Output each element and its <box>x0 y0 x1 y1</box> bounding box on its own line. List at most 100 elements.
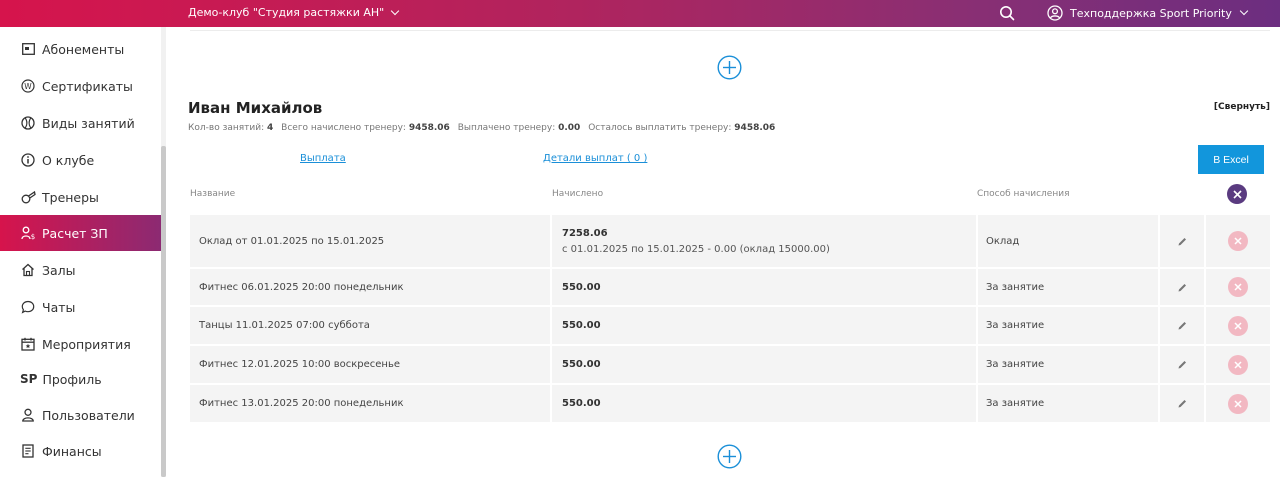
sidebar-item-about[interactable]: О клубе <box>0 142 161 178</box>
sidebar-item-label: Пользователи <box>42 407 135 423</box>
sidebar-item-users[interactable]: Пользователи <box>0 397 161 433</box>
add-circle-icon[interactable] <box>717 55 742 80</box>
row-method: Оклад <box>978 215 1158 267</box>
delete-row-button[interactable] <box>1228 393 1248 414</box>
pencil-icon[interactable] <box>1177 282 1188 293</box>
row-method: За занятие <box>978 269 1158 305</box>
collapse-link[interactable]: [Свернуть] <box>1214 102 1270 112</box>
close-icon <box>1232 189 1242 199</box>
paid-label: Выплачено тренеру: <box>457 123 556 133</box>
document-icon <box>20 443 36 459</box>
sidebar-item-trainers[interactable]: Тренеры <box>0 179 161 215</box>
row-method-text: За занятие <box>986 320 1045 331</box>
column-header-method: Способ начисления <box>977 189 1070 199</box>
table-row: Фитнес 13.01.2025 20:00 понедельник 550.… <box>190 385 1270 422</box>
row-accrued: 550.00 <box>552 307 976 344</box>
row-name: Фитнес 06.01.2025 20:00 понедельник <box>190 269 550 305</box>
row-method-text: За занятие <box>986 281 1045 293</box>
row-edit <box>1160 346 1204 383</box>
pencil-icon[interactable] <box>1177 359 1188 370</box>
row-method-text: Оклад <box>986 235 1020 247</box>
previous-row-divider <box>190 27 1270 31</box>
row-delete <box>1206 346 1270 383</box>
column-header-accrued: Начислено <box>552 189 604 199</box>
table-row: Оклад от 01.01.2025 по 15.01.2025 7258.0… <box>190 215 1270 267</box>
row-method-text: За занятие <box>986 359 1045 370</box>
user-menu[interactable]: Техподдержка Sport Priority <box>1047 5 1249 21</box>
payout-details-link[interactable]: Детали выплат ( 0 ) <box>543 153 647 164</box>
sidebar-item-label: Сертификаты <box>42 78 133 94</box>
row-method: За занятие <box>978 307 1158 344</box>
row-name: Танцы 11.01.2025 07:00 суббота <box>190 307 550 344</box>
row-accrued-value: 550.00 <box>562 398 601 409</box>
main-content: Иван Михайлов [Свернуть] Кол-во занятий:… <box>166 27 1280 477</box>
sidebar-item-subscriptions[interactable]: Абонементы <box>0 31 161 67</box>
sidebar-item-label: Мероприятия <box>42 336 131 352</box>
table-row: Фитнес 12.01.2025 10:00 воскресенье 550.… <box>190 346 1270 383</box>
row-accrued-value: 550.00 <box>562 320 601 331</box>
trainer-stats: Кол-во занятий: 4 Всего начислено тренер… <box>188 123 780 133</box>
svg-text:W: W <box>24 82 32 91</box>
delete-row-button[interactable] <box>1228 231 1248 251</box>
sidebar-item-label: Виды занятий <box>42 115 135 131</box>
sidebar-item-label: Расчет ЗП <box>42 225 108 241</box>
row-accrued: 550.00 <box>552 346 976 383</box>
sidebar-item-salary[interactable]: $ Расчет ЗП <box>0 215 161 251</box>
row-name: Оклад от 01.01.2025 по 15.01.2025 <box>190 215 550 267</box>
delete-row-button[interactable] <box>1228 277 1248 297</box>
club-selector[interactable]: Демо-клуб "Студия растяжки АН" <box>188 6 400 19</box>
delete-row-button[interactable] <box>1228 354 1248 375</box>
row-name-text: Оклад от 01.01.2025 по 15.01.2025 <box>199 235 385 247</box>
row-delete <box>1206 269 1270 305</box>
close-icon <box>1234 283 1242 291</box>
row-accrued-value: 550.00 <box>562 359 601 370</box>
user-icon <box>20 407 36 423</box>
sidebar-item-profile[interactable]: SP Профиль <box>0 361 161 397</box>
chevron-down-icon <box>1239 6 1249 16</box>
sidebar-item-label: Абонементы <box>42 41 125 57</box>
sidebar-item-label: Залы <box>42 262 76 278</box>
accrued-value: 9458.06 <box>408 123 450 133</box>
sidebar-item-events[interactable]: Мероприятия <box>0 326 161 362</box>
ball-icon <box>20 115 36 131</box>
row-delete <box>1206 307 1270 344</box>
row-accrued: 550.00 <box>552 269 976 305</box>
sidebar-item-label: Финансы <box>42 443 102 459</box>
delete-row-button[interactable] <box>1228 315 1248 336</box>
export-excel-button[interactable]: В Excel <box>1198 145 1264 174</box>
add-circle-icon[interactable] <box>717 444 742 469</box>
home-icon <box>20 262 36 278</box>
sessions-label: Кол-во занятий: <box>188 123 265 133</box>
row-edit <box>1160 307 1204 344</box>
close-icon <box>1234 360 1242 369</box>
row-accrued-value: 550.00 <box>562 281 601 293</box>
row-name-text: Фитнес 06.01.2025 20:00 понедельник <box>199 281 404 293</box>
row-name-text: Фитнес 12.01.2025 10:00 воскресенье <box>199 359 401 370</box>
sidebar-item-activity-types[interactable]: Виды занятий <box>0 105 161 141</box>
sidebar-item-label: О клубе <box>42 152 95 168</box>
whistle-icon <box>20 189 36 205</box>
row-accrued-value: 7258.06 <box>562 227 608 239</box>
sidebar-item-finance[interactable]: Финансы <box>0 433 161 469</box>
search-icon[interactable] <box>999 5 1015 21</box>
row-method: За занятие <box>978 346 1158 383</box>
row-name-text: Танцы 11.01.2025 07:00 суббота <box>199 320 370 331</box>
top-bar: Демо-клуб "Студия растяжки АН" Техподдер… <box>0 0 1280 27</box>
row-name: Фитнес 12.01.2025 10:00 воскресенье <box>190 346 550 383</box>
delete-all-button[interactable] <box>1227 184 1247 204</box>
row-name-text: Фитнес 13.01.2025 20:00 понедельник <box>199 398 404 409</box>
sidebar-item-chats[interactable]: Чаты <box>0 289 161 325</box>
sidebar-item-certificates[interactable]: W Сертификаты <box>0 68 161 104</box>
sidebar-item-halls[interactable]: Залы <box>0 252 161 288</box>
pencil-icon[interactable] <box>1177 236 1188 247</box>
row-method-text: За занятие <box>986 398 1045 409</box>
pencil-icon[interactable] <box>1177 398 1188 409</box>
payout-link[interactable]: Выплата <box>300 153 346 164</box>
table-row: Фитнес 06.01.2025 20:00 понедельник 550.… <box>190 269 1270 305</box>
row-accrued-detail: с 01.01.2025 по 15.01.2025 - 0.00 (оклад… <box>562 243 830 255</box>
pencil-icon[interactable] <box>1177 320 1188 331</box>
row-edit <box>1160 215 1204 267</box>
column-header-name: Название <box>190 189 236 199</box>
row-method: За занятие <box>978 385 1158 422</box>
close-icon <box>1234 399 1242 408</box>
